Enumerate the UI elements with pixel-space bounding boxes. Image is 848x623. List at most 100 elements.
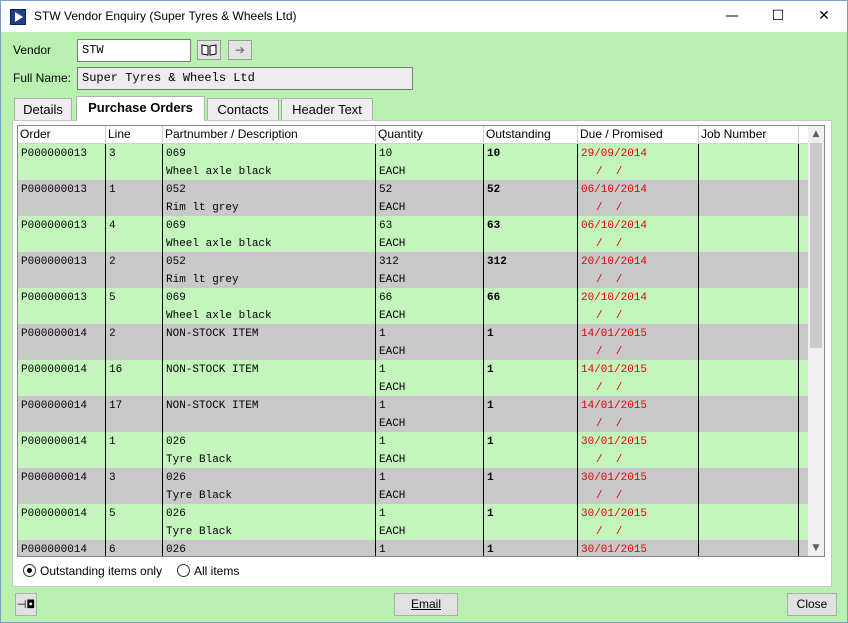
cell-uom: EACH [379, 418, 406, 430]
cell-line: 3 [106, 144, 163, 180]
cell-order: P000000013 [18, 144, 106, 180]
table-row[interactable]: P000000014 5 026 Tyre Black 1 EACH 1 30/01/2015… [18, 504, 808, 540]
cell-line: 2 [106, 252, 163, 288]
tab-contacts[interactable]: Contacts [207, 98, 279, 120]
vertical-scrollbar[interactable]: ▲ ▼ [808, 126, 824, 556]
close-window-button[interactable]: ✕ [801, 1, 847, 32]
cell-order: P000000014 [21, 328, 88, 340]
table-row[interactable]: P000000014 3 026 Tyre Black 1 EACH 1 30/01/2015… [18, 468, 808, 504]
cell-qty: 1 [379, 364, 386, 376]
table-row[interactable]: P000000014 6 026 1 1 30/01/2015 [18, 540, 808, 556]
cell-promised: / / [596, 238, 623, 250]
radio-outstanding-only[interactable] [23, 564, 36, 577]
cell-order: P000000014 [18, 468, 106, 504]
vendor-label: Vendor [13, 43, 52, 57]
radio-outstanding-only-label[interactable]: Outstanding items only [40, 564, 162, 578]
scroll-up-icon[interactable]: ▲ [808, 126, 824, 142]
cell-qty: 52 EACH [376, 180, 484, 216]
column-header-order[interactable]: Order [18, 126, 106, 144]
radio-all-items[interactable] [177, 564, 190, 577]
title-bar: STW Vendor Enquiry (Super Tyres & Wheels… [1, 1, 847, 32]
cell-desc: Wheel axle black [166, 238, 272, 250]
cell-order: P000000014 [21, 400, 88, 412]
radio-all-items-label[interactable]: All items [194, 564, 239, 578]
full-name-label: Full Name: [13, 71, 72, 85]
cell-line: 2 [106, 324, 163, 360]
cell-order: P000000013 [21, 292, 88, 304]
cell-due: 14/01/2015 / / [578, 324, 699, 360]
cell-order: P000000014 [21, 472, 88, 484]
column-header-partnumber[interactable]: Partnumber / Description [163, 126, 376, 144]
cell-line: 2 [109, 328, 116, 340]
tab-details[interactable]: Details [14, 98, 72, 120]
column-header-due-promised[interactable]: Due / Promised [578, 126, 699, 144]
cell-promised: / / [596, 274, 623, 286]
cell-order: P000000013 [18, 180, 106, 216]
tab-header-text[interactable]: Header Text [281, 98, 373, 120]
cell-outstanding: 1 [484, 432, 578, 468]
cell-outstanding: 1 [487, 472, 494, 484]
cell-line: 17 [109, 400, 123, 412]
cell-outstanding: 66 [487, 292, 501, 304]
table-row[interactable]: P000000014 1 026 Tyre Black 1 EACH 1 30/01/2015… [18, 432, 808, 468]
cell-order: P000000013 [21, 256, 88, 268]
column-header-line[interactable]: Line [106, 126, 163, 144]
table-row[interactable]: P000000014 17 NON-STOCK ITEM 1 EACH 1 14/01/20… [18, 396, 808, 432]
cell-part: 069 [166, 148, 186, 160]
maximize-button[interactable]: ☐ [755, 1, 801, 32]
scroll-thumb[interactable] [810, 143, 822, 348]
table-row[interactable]: P000000013 2 052 Rim lt grey 312 EACH 312 20/10… [18, 252, 808, 288]
cell-line: 3 [109, 472, 116, 484]
table-row[interactable]: P000000014 2 NON-STOCK ITEM 1 EACH 1 14/01/201… [18, 324, 808, 360]
cell-order: P000000013 [18, 288, 106, 324]
cell-outstanding: 1 [484, 360, 578, 396]
cell-promised: / / [596, 166, 623, 178]
cell-uom: EACH [379, 166, 406, 178]
minimize-button[interactable]: — [709, 1, 755, 32]
table-row[interactable]: P000000013 3 069 Wheel axle black 10 EACH 10 29… [18, 144, 808, 180]
cell-part: 052 Rim lt grey [163, 252, 376, 288]
pin-icon[interactable]: ⊣◘ [15, 593, 37, 616]
cell-due: 14/01/2015 / / [578, 396, 699, 432]
email-button[interactable]: Email [394, 593, 458, 616]
cell-due: 06/10/2014 / / [578, 216, 699, 252]
close-button[interactable]: Close [787, 593, 837, 616]
cell-part: 026 [163, 540, 376, 556]
table-row[interactable]: P000000013 1 052 Rim lt grey 52 EACH 52 06/10/2… [18, 180, 808, 216]
cell-due: 30/01/2015 [581, 472, 648, 484]
cell-order: P000000014 [21, 364, 88, 376]
scroll-down-icon[interactable]: ▼ [808, 540, 824, 556]
cell-order: P000000014 [18, 324, 106, 360]
column-header-quantity[interactable]: Quantity [376, 126, 484, 144]
table-row[interactable]: P000000013 5 069 Wheel axle black 66 EACH 66 20… [18, 288, 808, 324]
window-title: STW Vendor Enquiry (Super Tyres & Wheels… [34, 9, 297, 23]
cell-line: 5 [106, 288, 163, 324]
cell-outstanding: 52 [487, 184, 501, 196]
cell-due: 30/01/2015 [581, 508, 648, 520]
cell-due: 20/10/2014 / / [578, 288, 699, 324]
cell-due: 14/01/2015 [581, 328, 648, 340]
cell-order: P000000014 [21, 544, 88, 556]
cell-part: 026 [166, 436, 186, 448]
cell-outstanding: 1 [487, 364, 494, 376]
cell-filler [799, 288, 808, 324]
cell-uom: EACH [379, 382, 406, 394]
cell-uom: EACH [379, 274, 406, 286]
cell-due: 30/01/2015 / / [578, 504, 699, 540]
arrow-right-icon[interactable]: ➔ [228, 40, 252, 60]
cell-uom: EACH [379, 310, 406, 322]
column-header-job-number[interactable]: Job Number [699, 126, 799, 144]
cell-qty: 1 [379, 508, 386, 520]
cell-qty: 1 [379, 400, 386, 412]
cell-line: 1 [106, 180, 163, 216]
tab-purchase-orders[interactable]: Purchase Orders [76, 96, 205, 121]
cell-part: 026 [166, 544, 186, 556]
cell-outstanding: 312 [484, 252, 578, 288]
table-row[interactable]: P000000013 4 069 Wheel axle black 63 EACH 63 06… [18, 216, 808, 252]
table-row[interactable]: P000000014 16 NON-STOCK ITEM 1 EACH 1 14/01/20… [18, 360, 808, 396]
book-icon[interactable] [197, 40, 221, 60]
cell-due: 20/10/2014 [581, 256, 648, 268]
table-body: P000000013 3 069 Wheel axle black 10 EACH 10 29… [18, 144, 808, 556]
column-header-outstanding[interactable]: Outstanding [484, 126, 578, 144]
vendor-input[interactable]: STW [77, 39, 191, 62]
